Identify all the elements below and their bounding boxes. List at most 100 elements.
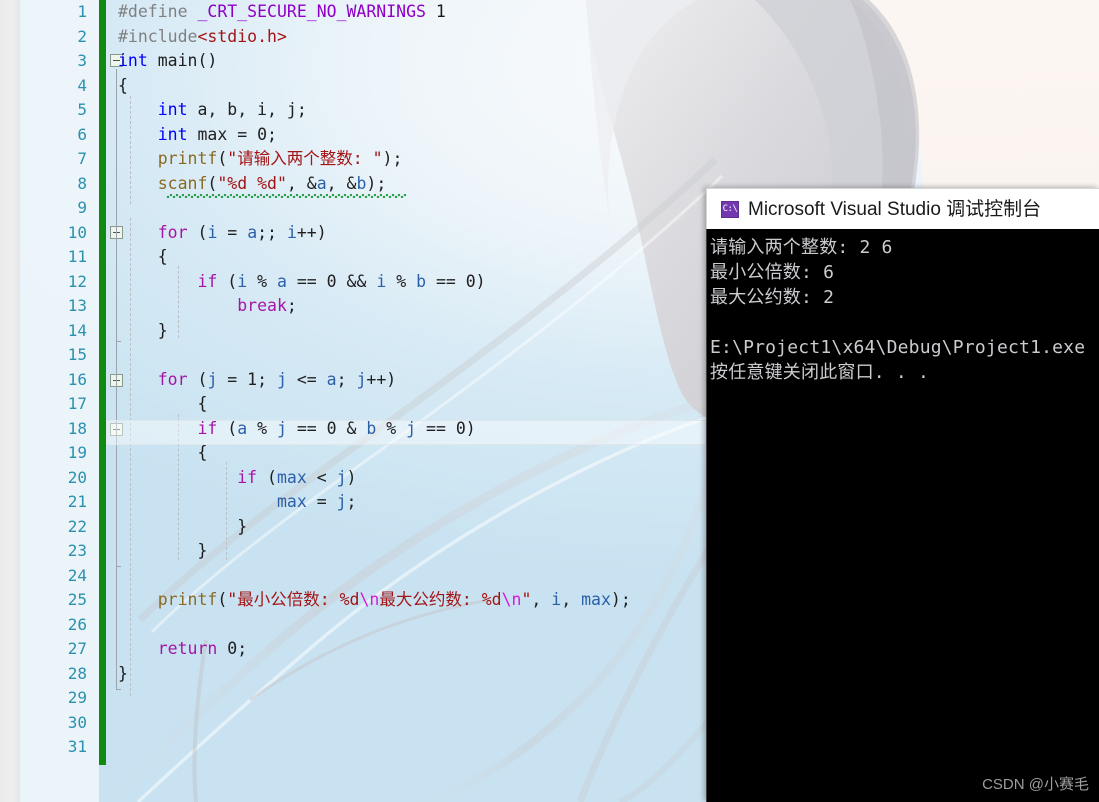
code-token: if — [237, 467, 258, 487]
code-line[interactable]: return 0; — [118, 637, 247, 662]
code-token: ( — [187, 222, 208, 242]
code-token: { — [118, 394, 208, 413]
line-number: 25 — [67, 590, 87, 609]
code-token: % — [247, 418, 277, 438]
code-line[interactable]: if (i % a == 0 && i % b == 0) — [118, 270, 486, 295]
line-number: 28 — [67, 663, 87, 683]
code-line[interactable]: for (i = a;; i++) — [118, 221, 327, 246]
outline-bracket-main — [116, 69, 117, 689]
code-line[interactable]: for (j = 1; j <= a; j++) — [118, 368, 396, 393]
console-output-line: 最小公倍数: 6 — [710, 262, 835, 283]
code-token: max — [276, 467, 307, 487]
code-token: int — [157, 100, 188, 119]
code-token: = 1; — [217, 369, 277, 389]
code-token: j — [406, 418, 417, 438]
code-line[interactable]: printf("最小公倍数: %d\n最大公约数: %d\n", i, max)… — [118, 588, 631, 613]
code-line[interactable]: if (a % j == 0 & b % j == 0) — [118, 417, 476, 442]
code-line[interactable]: } — [118, 319, 168, 344]
code-token: ( — [217, 271, 238, 291]
outline-bracket-for2 — [116, 389, 117, 566]
line-number: 21 — [67, 492, 87, 511]
console-output-area[interactable]: 按任意键关闭此窗口. . . E:\Project1\x64\Debug\Proj… — [706, 229, 1099, 802]
code-token: a — [237, 418, 248, 438]
code-token: = — [217, 222, 248, 242]
line-number: 12 — [67, 271, 87, 291]
code-token: i — [237, 271, 248, 291]
code-token: == 0) — [426, 271, 486, 291]
code-token: } — [118, 541, 208, 560]
line-number: 18 — [67, 418, 87, 438]
editor-left-margin — [0, 0, 20, 802]
code-token: == 0) — [416, 418, 476, 438]
code-token: ; — [336, 369, 357, 389]
code-token: #include — [118, 26, 198, 46]
line-number: 14 — [67, 320, 87, 340]
code-line[interactable]: } — [118, 515, 247, 540]
code-token: i — [376, 271, 387, 291]
code-token: a — [326, 369, 337, 389]
code-line[interactable]: { — [118, 245, 168, 270]
console-title-bar[interactable]: C:\ Microsoft Visual Studio 调试控制台 — [706, 188, 1099, 229]
line-number: 30 — [67, 712, 87, 732]
code-token: max — [276, 492, 307, 511]
line-number: 7 — [77, 149, 87, 168]
code-token: ( — [187, 369, 208, 389]
change-indicator-bar — [99, 0, 106, 765]
code-token: #define — [118, 2, 198, 21]
code-text-area[interactable]: #define _CRT_SECURE_NO_WARNINGS 1 #includ… — [118, 0, 718, 802]
code-line[interactable]: max = j; — [118, 490, 357, 515]
code-token: ( — [217, 418, 238, 438]
line-number: 27 — [67, 639, 87, 658]
line-number: 15 — [67, 345, 87, 364]
code-line[interactable]: scanf("%d %d", &a, &b); — [118, 172, 387, 197]
line-number: 3 — [77, 51, 87, 70]
code-line[interactable]: if (max < j) — [118, 466, 356, 491]
code-token: j — [336, 467, 347, 487]
screenshot-root: 1 2 3 4 5 6 7 8 9 10 11 12 13 14 15 16 17 18 19 20 21 22 23 24 2… — [0, 0, 1099, 802]
code-token: ) — [346, 467, 357, 487]
code-line[interactable]: break; — [118, 294, 297, 319]
code-line[interactable]: #define _CRT_SECURE_NO_WARNINGS 1 — [118, 0, 446, 25]
code-token: , — [561, 590, 582, 609]
code-line[interactable]: printf("请输入两个整数: "); — [118, 147, 403, 172]
line-number: 1 — [77, 2, 87, 21]
code-token: , & — [326, 173, 357, 193]
code-token: max — [581, 590, 611, 609]
line-number: 20 — [67, 467, 87, 487]
debug-console-window[interactable]: C:\ Microsoft Visual Studio 调试控制台 按任意键关闭… — [706, 188, 1099, 802]
code-token: \n — [359, 590, 380, 609]
code-token: a — [316, 173, 327, 193]
code-token: break — [237, 296, 287, 315]
line-number-gutter[interactable]: 1 2 3 4 5 6 7 8 9 10 11 12 13 14 15 16 17 18 19 20 21 22 23 24 2… — [20, 0, 99, 802]
code-line[interactable]: int max = 0; — [118, 123, 277, 148]
code-line[interactable]: { — [118, 74, 128, 99]
code-line[interactable]: { — [118, 392, 207, 417]
code-line[interactable]: { — [118, 441, 207, 466]
code-token: { — [118, 443, 208, 462]
line-number: 29 — [67, 688, 87, 707]
code-token: b — [356, 173, 367, 193]
code-line[interactable]: int a, b, i, j; — [118, 98, 307, 123]
code-token: int — [157, 124, 188, 144]
code-token: 0; — [217, 639, 248, 658]
code-token: i — [551, 590, 562, 609]
code-line[interactable]: int main() — [118, 49, 217, 74]
code-token: ); — [366, 173, 387, 193]
console-output-line: E:\Project1\x64\Debug\Project1.exe — [710, 337, 1086, 358]
code-line[interactable]: } — [118, 662, 128, 687]
code-token: \n — [501, 590, 522, 609]
code-token: j — [276, 418, 287, 438]
console-output-line: 按任意键关闭此窗口. . . — [710, 362, 929, 383]
code-token: } — [118, 320, 168, 340]
code-token: for — [157, 222, 188, 242]
code-line[interactable]: } — [118, 539, 207, 564]
code-token: <stdio.h> — [197, 26, 287, 46]
code-token: ); — [610, 590, 631, 609]
code-line[interactable]: #include<stdio.h> — [118, 25, 287, 50]
